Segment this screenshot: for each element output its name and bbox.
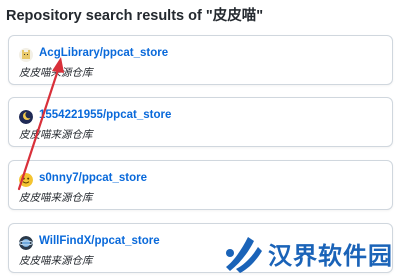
planet-avatar[interactable]	[19, 236, 33, 250]
repo-description: 皮皮喵来源仓库	[19, 255, 93, 267]
search-result-card: AcgLibrary/ppcat_store 皮皮喵来源仓库	[8, 35, 393, 85]
repo-link[interactable]: 1554221955/ppcat_store	[39, 109, 171, 121]
repo-description: 皮皮喵来源仓库	[19, 129, 93, 141]
pixel-cat-avatar[interactable]	[19, 48, 33, 62]
emoji-face-avatar[interactable]	[19, 173, 33, 187]
repo-link[interactable]: AcgLibrary/ppcat_store	[39, 47, 168, 59]
watermark-text: 汉界软件园	[268, 242, 393, 270]
watermark-emblem-icon	[226, 237, 262, 273]
moon-avatar[interactable]	[19, 110, 33, 124]
page-heading: Repository search results of "皮皮喵"	[6, 8, 264, 24]
search-result-card: 1554221955/ppcat_store 皮皮喵来源仓库	[8, 97, 393, 147]
watermark-logo: 汉界软件园	[220, 230, 398, 276]
repo-description: 皮皮喵来源仓库	[19, 67, 93, 79]
search-result-card: s0nny7/ppcat_store 皮皮喵来源仓库	[8, 160, 393, 210]
repo-link[interactable]: s0nny7/ppcat_store	[39, 172, 147, 184]
repo-link[interactable]: WillFindX/ppcat_store	[39, 235, 160, 247]
repo-description: 皮皮喵来源仓库	[19, 192, 93, 204]
